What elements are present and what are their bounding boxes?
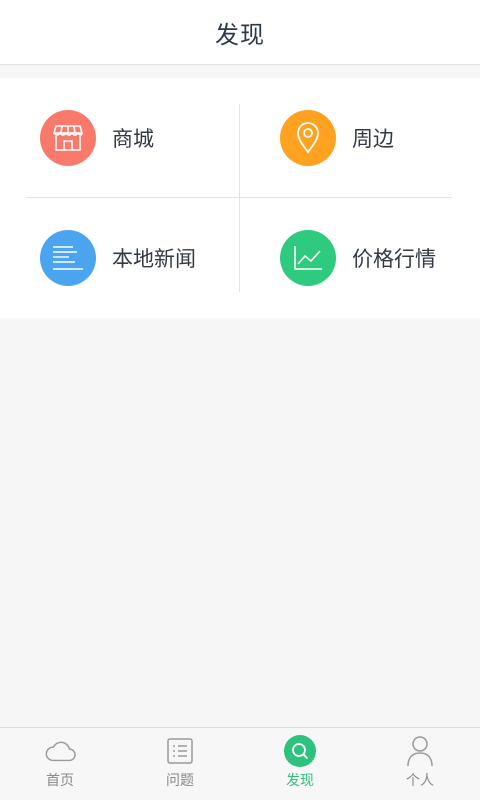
store-icon (40, 110, 96, 166)
tab-label: 发现 (286, 773, 314, 789)
grid-vertical-divider (239, 104, 240, 292)
grid-item-nearby[interactable]: 周边 (280, 110, 394, 166)
bottom-tab-bar: 首页 问题 发现 个人 (0, 727, 480, 800)
grid-item-price-trends[interactable]: 价格行情 (280, 230, 436, 286)
discover-grid: 商城 周边 本地新闻 价格行情 (0, 78, 480, 318)
grid-item-label: 周边 (352, 127, 394, 151)
tab-label: 问题 (166, 773, 194, 789)
grid-item-mall[interactable]: 商城 (40, 110, 154, 166)
cloud-icon (44, 735, 76, 767)
person-icon (404, 735, 436, 767)
tab-home[interactable]: 首页 (0, 728, 120, 800)
tab-label: 个人 (406, 773, 434, 789)
location-pin-icon (280, 110, 336, 166)
search-icon (284, 735, 316, 767)
grid-item-local-news[interactable]: 本地新闻 (40, 230, 196, 286)
line-chart-icon (280, 230, 336, 286)
grid-horizontal-divider (26, 197, 452, 198)
tab-profile[interactable]: 个人 (360, 728, 480, 800)
list-icon (164, 735, 196, 767)
grid-item-label: 商城 (112, 127, 154, 151)
tab-questions[interactable]: 问题 (120, 728, 240, 800)
tab-label: 首页 (46, 773, 74, 789)
tab-discover[interactable]: 发现 (240, 728, 360, 800)
header-bar: 发现 (0, 0, 480, 65)
grid-item-label: 价格行情 (352, 247, 436, 271)
page-title: 发现 (215, 20, 265, 49)
news-lines-icon (40, 230, 96, 286)
grid-item-label: 本地新闻 (112, 247, 196, 271)
